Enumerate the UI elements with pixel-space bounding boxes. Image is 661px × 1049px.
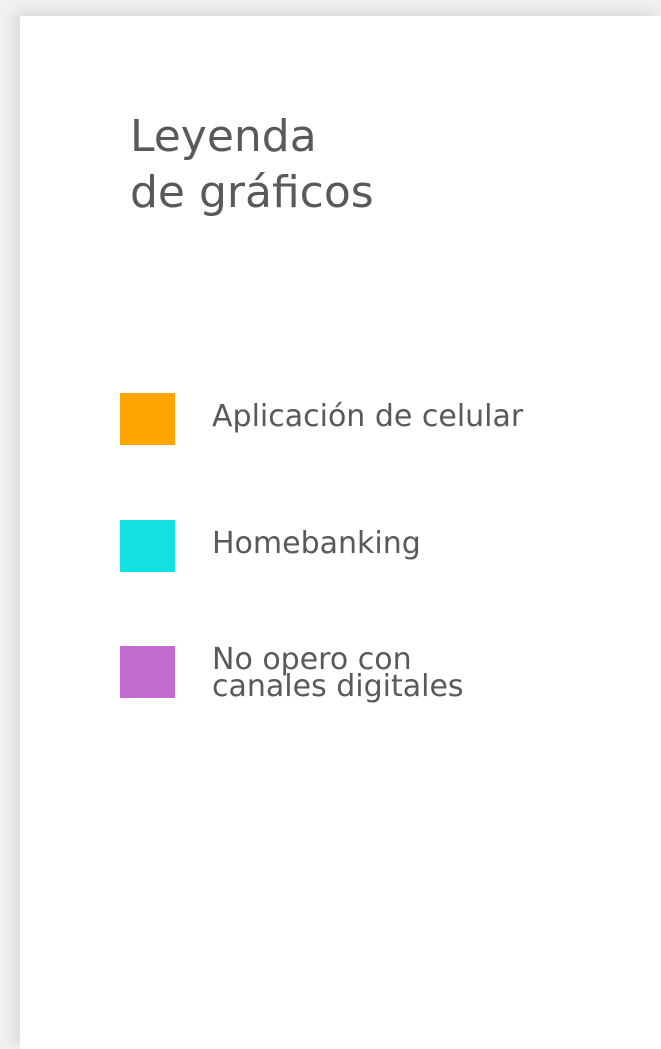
legend-swatch-celular (120, 393, 175, 445)
legend-swatch-homebanking (120, 520, 175, 572)
legend-label-celular: Aplicación de celular (212, 399, 524, 434)
legend-panel: Leyenda de gráficos Aplicación de celula… (20, 16, 661, 1049)
legend-title: Leyenda de gráficos (130, 109, 374, 221)
legend-swatch-no-digital (120, 646, 175, 698)
legend-title-line-2: de gráficos (130, 167, 374, 218)
legend-label-homebanking: Homebanking (212, 526, 421, 561)
legend-title-line-1: Leyenda (130, 111, 317, 162)
legend-label-no-digital: No opero con canales digitales (212, 642, 464, 704)
